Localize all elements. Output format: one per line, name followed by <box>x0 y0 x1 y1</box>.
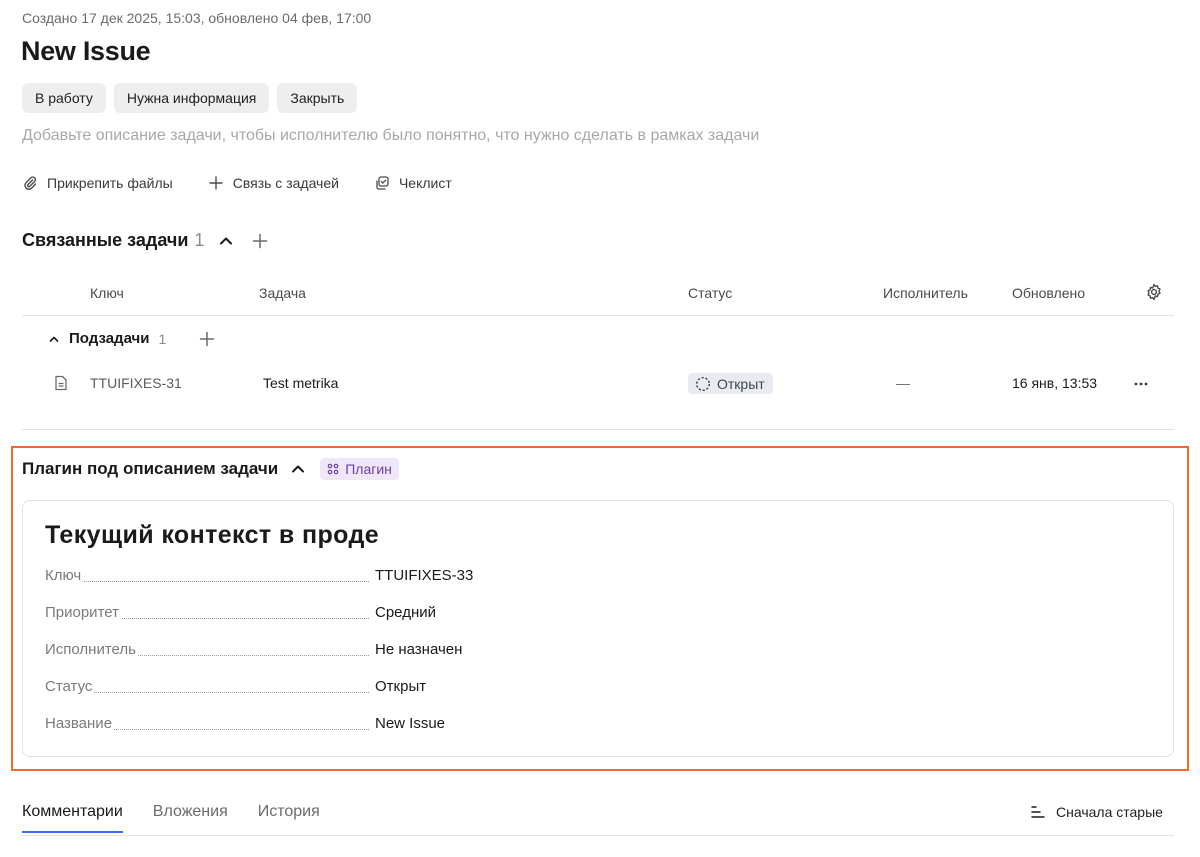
plus-icon <box>209 176 223 190</box>
dotted-leader <box>45 581 369 582</box>
description-toolbar: Прикрепить файлы Связь с задачей Чеклист <box>22 175 487 191</box>
column-task[interactable]: Задача <box>259 285 306 301</box>
need-info-button[interactable]: Нужна информация <box>113 83 270 113</box>
close-button[interactable]: Закрыть <box>277 83 358 113</box>
column-updated[interactable]: Обновлено <box>1012 285 1085 301</box>
sort-order-button[interactable]: Сначала старые <box>1030 804 1163 820</box>
column-assignee[interactable]: Исполнитель <box>883 285 968 301</box>
field-label: Название <box>45 715 115 732</box>
gear-icon <box>1147 283 1161 301</box>
status-label: Открыт <box>717 375 765 392</box>
subtasks-title: Подзадачи <box>69 330 150 347</box>
add-subtask-button[interactable] <box>199 331 215 347</box>
row-more-button[interactable] <box>1133 376 1149 392</box>
plugin-card-title: Текущий контекст в проде <box>45 521 380 549</box>
plugin-badge-label: Плагин <box>345 461 392 477</box>
column-key[interactable]: Ключ <box>90 285 124 301</box>
field-row: Статус Открыт <box>45 678 505 698</box>
issue-meta: Создано 17 дек 2025, 15:03, обновлено 04… <box>22 10 372 26</box>
status-badge[interactable]: Открыт <box>688 373 773 394</box>
field-value: TTUIFIXES-33 <box>375 567 474 584</box>
section-divider <box>22 429 1174 430</box>
in-progress-button[interactable]: В работу <box>22 83 106 113</box>
plugin-badge: Плагин <box>320 458 399 480</box>
tab-history[interactable]: История <box>258 803 320 833</box>
related-tasks-count: 1 <box>194 230 205 250</box>
field-row: Название New Issue <box>45 715 505 735</box>
plugin-title: Плагин под описанием задачи <box>22 459 279 478</box>
related-table-header: Ключ Задача Статус Исполнитель Обновлено <box>22 276 1174 316</box>
collapse-plugin-button[interactable] <box>290 461 306 477</box>
collapse-related-button[interactable] <box>218 233 234 249</box>
field-label: Исполнитель <box>45 641 138 658</box>
row-task-link[interactable]: Test metrika <box>263 375 338 391</box>
field-row: Исполнитель Не назначен <box>45 641 505 661</box>
add-related-button[interactable] <box>252 233 268 249</box>
plus-icon <box>200 331 215 346</box>
more-horizontal-icon <box>1134 382 1148 386</box>
description-placeholder[interactable]: Добавьте описание задачи, чтобы исполнит… <box>22 127 759 145</box>
plugin-card: Текущий контекст в проде Ключ TTUIFIXES-… <box>22 500 1174 757</box>
field-row: Приоритет Средний <box>45 604 505 624</box>
field-value: New Issue <box>375 715 446 732</box>
collapse-subtasks-button[interactable] <box>48 333 60 345</box>
checklist-button[interactable]: Чеклист <box>374 175 452 191</box>
attach-files-label: Прикрепить файлы <box>47 175 173 191</box>
link-task-button[interactable]: Связь с задачей <box>208 175 339 191</box>
field-value: Средний <box>375 604 436 621</box>
field-label: Ключ <box>45 567 84 584</box>
subtasks-count: 1 <box>158 330 167 347</box>
table-row[interactable]: TTUIFIXES-31 Test metrika Открыт — 16 ян… <box>22 370 1174 398</box>
row-key-link[interactable]: TTUIFIXES-31 <box>90 375 182 391</box>
subtasks-group: Подзадачи 1 <box>48 330 215 347</box>
field-row: Ключ TTUIFIXES-33 <box>45 567 505 587</box>
related-tasks-header: Связанные задачи 1 <box>22 230 268 251</box>
activity-tabs: Комментарии Вложения История <box>22 803 350 833</box>
sort-icon <box>1031 806 1045 818</box>
plugin-icon <box>327 463 339 475</box>
field-label: Статус <box>45 678 95 695</box>
field-value: Открыт <box>375 678 427 695</box>
chevron-up-icon <box>292 465 305 473</box>
tab-attachments[interactable]: Вложения <box>153 803 228 833</box>
plugin-header: Плагин под описанием задачи Плагин <box>22 458 399 480</box>
chevron-up-icon <box>220 237 233 244</box>
tabs-divider <box>22 835 1174 836</box>
field-value: Не назначен <box>375 641 463 658</box>
attach-files-button[interactable]: Прикрепить файлы <box>22 175 173 191</box>
field-label: Приоритет <box>45 604 121 621</box>
checklist-icon <box>376 176 389 190</box>
table-settings-button[interactable] <box>1145 283 1163 301</box>
related-tasks-title: Связанные задачи <box>22 230 189 250</box>
paperclip-icon <box>24 176 37 190</box>
open-status-icon <box>695 376 711 391</box>
row-updated: 16 янв, 13:53 <box>1012 375 1098 391</box>
chevron-up-icon <box>49 336 59 342</box>
row-assignee: — <box>896 375 910 391</box>
checklist-label: Чеклист <box>398 175 452 191</box>
page-title[interactable]: New Issue <box>21 36 151 67</box>
plus-icon <box>253 233 268 248</box>
tab-comments[interactable]: Комментарии <box>22 803 123 833</box>
column-status[interactable]: Статус <box>688 285 732 301</box>
document-icon <box>54 375 68 394</box>
status-actions: В работу Нужна информация Закрыть <box>22 83 358 113</box>
link-task-label: Связь с задачей <box>232 175 339 191</box>
sort-order-label: Сначала старые <box>1056 804 1163 820</box>
